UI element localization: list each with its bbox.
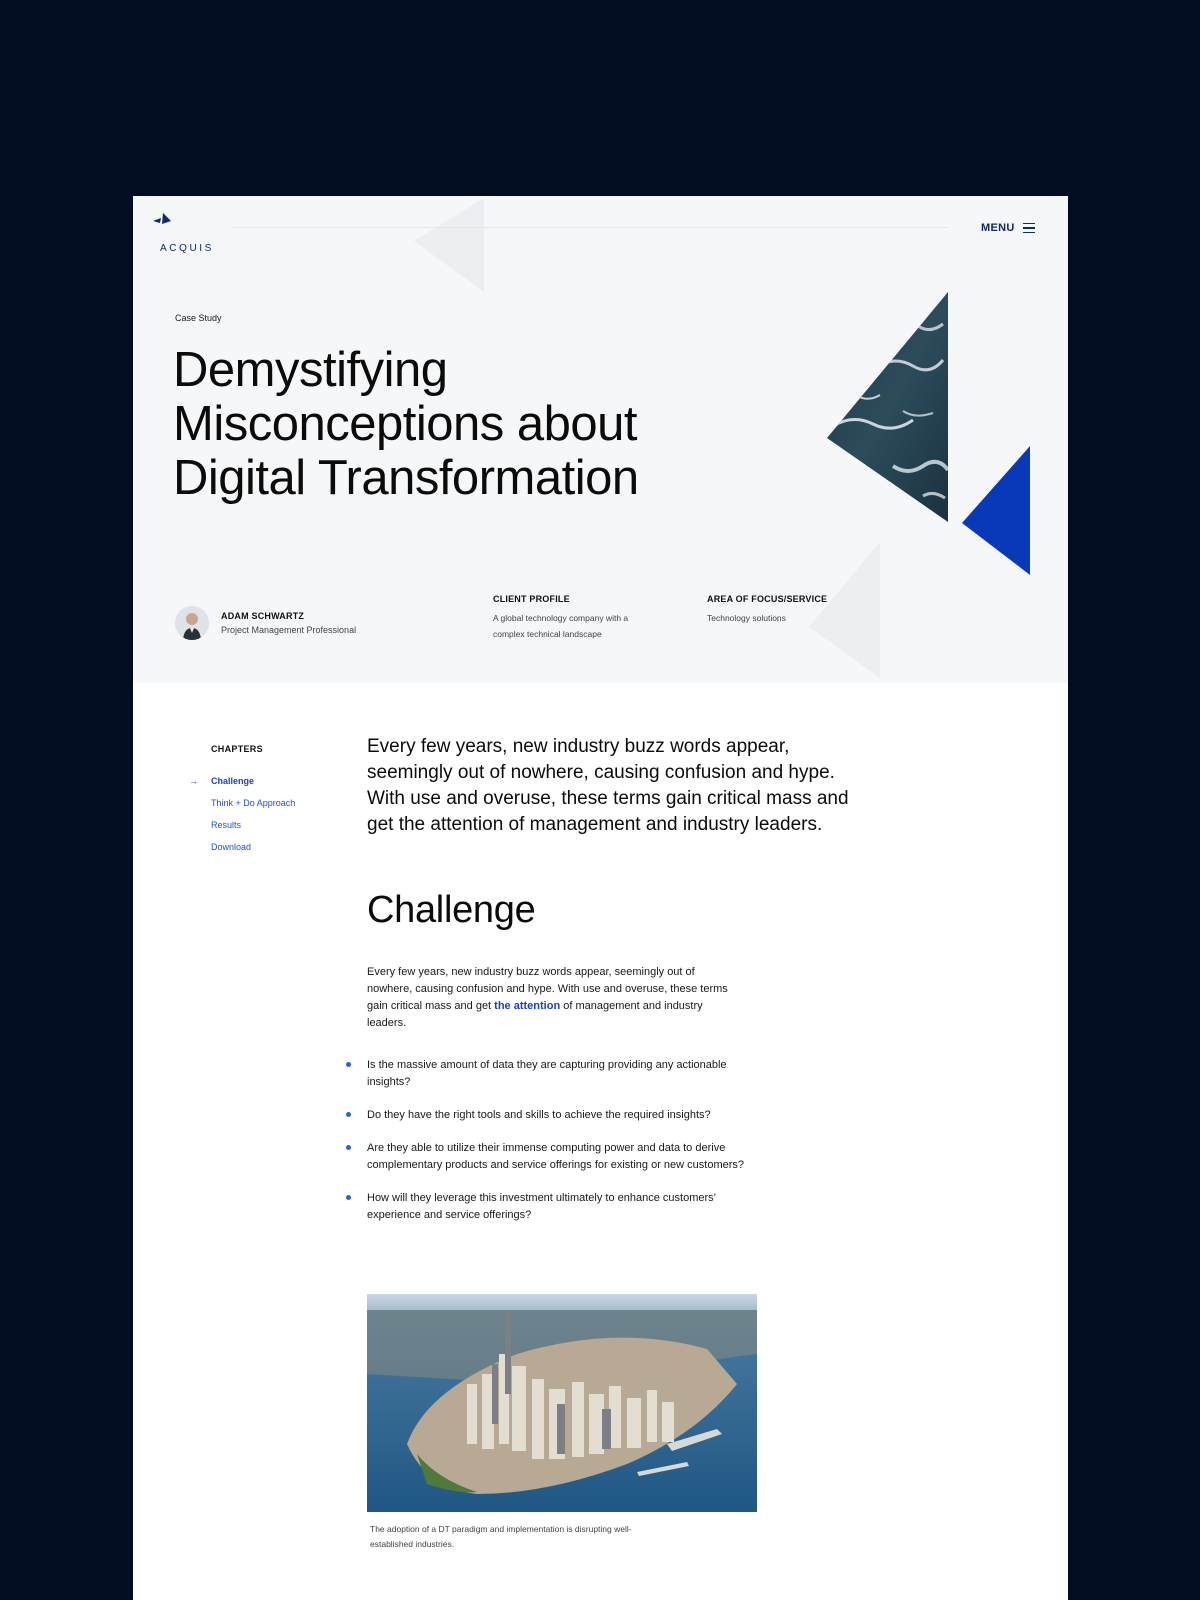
lead-paragraph: Every few years, new industry buzz words… bbox=[367, 736, 849, 835]
chapter-link-results[interactable]: Results bbox=[211, 820, 295, 842]
chapter-label: Think + Do Approach bbox=[211, 798, 296, 808]
bullet-dot-icon bbox=[346, 1145, 351, 1150]
deco-triangle-blue bbox=[962, 446, 1030, 575]
city-aerial-image bbox=[367, 1294, 757, 1512]
author-name: ADAM SCHWARTZ bbox=[221, 611, 305, 621]
bullet-dot-icon bbox=[346, 1062, 351, 1067]
menu-button[interactable]: MENU bbox=[981, 222, 1035, 234]
list-item-text: How will they leverage this investment u… bbox=[367, 1192, 716, 1221]
list-item-text: Are they able to utilize their immense c… bbox=[367, 1142, 745, 1171]
client-profile: CLIENT PROFILE A global technology compa… bbox=[493, 594, 653, 642]
challenge-paragraph: Every few years, new industry buzz words… bbox=[367, 964, 732, 1032]
page-title: Demystifying Misconceptions about Digita… bbox=[173, 343, 639, 505]
nav-divider bbox=[233, 227, 948, 228]
area-of-focus-heading: AREA OF FOCUS/SERVICE bbox=[707, 594, 828, 604]
case-study-eyebrow: Case Study bbox=[175, 313, 222, 323]
hamburger-icon bbox=[1022, 222, 1035, 234]
logo-wordmark: ACQUIS bbox=[160, 243, 214, 254]
bullet-dot-icon bbox=[346, 1112, 351, 1117]
chapters-heading: CHAPTERS bbox=[211, 744, 263, 754]
chapter-link-challenge[interactable]: → Challenge bbox=[189, 776, 295, 798]
client-profile-heading: CLIENT PROFILE bbox=[493, 594, 570, 604]
chapter-link-think-do-approach[interactable]: Think + Do Approach bbox=[211, 798, 295, 820]
hero-section: ACQUIS MENU Case Study Demystifying Misc… bbox=[133, 196, 1068, 683]
author-block: ADAM SCHWARTZ Project Management Profess… bbox=[175, 606, 356, 640]
logo-mark-icon bbox=[153, 213, 171, 224]
area-of-focus-text: Technology solutions bbox=[707, 613, 786, 623]
list-item-text: Is the massive amount of data they are c… bbox=[367, 1059, 727, 1088]
list-item: Do they have the right tools and skills … bbox=[346, 1107, 757, 1124]
author-role: Project Management Professional bbox=[221, 625, 357, 635]
chapters-nav: CHAPTERS → Challenge Think + Do Approach… bbox=[189, 744, 295, 864]
chapter-label: Challenge bbox=[211, 776, 255, 786]
list-item: Are they able to utilize their immense c… bbox=[346, 1140, 757, 1174]
list-item-text: Do they have the right tools and skills … bbox=[367, 1109, 711, 1121]
avatar bbox=[175, 606, 209, 640]
list-item: How will they leverage this investment u… bbox=[346, 1190, 757, 1224]
image-caption: The adoption of a DT paradigm and implem… bbox=[370, 1524, 632, 1549]
deco-triangle-top bbox=[414, 198, 484, 292]
challenge-questions: Is the massive amount of data they are c… bbox=[346, 1057, 757, 1224]
ocean-photo-triangle bbox=[827, 292, 948, 522]
client-profile-text: A global technology company with a compl… bbox=[493, 613, 629, 639]
chapter-label: Download bbox=[211, 842, 252, 852]
arrow-right-icon: → bbox=[189, 776, 198, 786]
chapter-label: Results bbox=[211, 820, 242, 830]
page-card: ACQUIS MENU Case Study Demystifying Misc… bbox=[133, 196, 1068, 1600]
chapter-link-download[interactable]: Download bbox=[211, 842, 295, 864]
highlight-link[interactable]: the attention bbox=[494, 1000, 560, 1012]
section-title-challenge: Challenge bbox=[367, 889, 536, 931]
acquis-logo[interactable]: ACQUIS bbox=[151, 212, 221, 254]
bullet-dot-icon bbox=[346, 1195, 351, 1200]
list-item: Is the massive amount of data they are c… bbox=[346, 1057, 757, 1091]
menu-label: MENU bbox=[981, 222, 1015, 234]
area-of-focus: AREA OF FOCUS/SERVICE Technology solutio… bbox=[707, 594, 867, 626]
